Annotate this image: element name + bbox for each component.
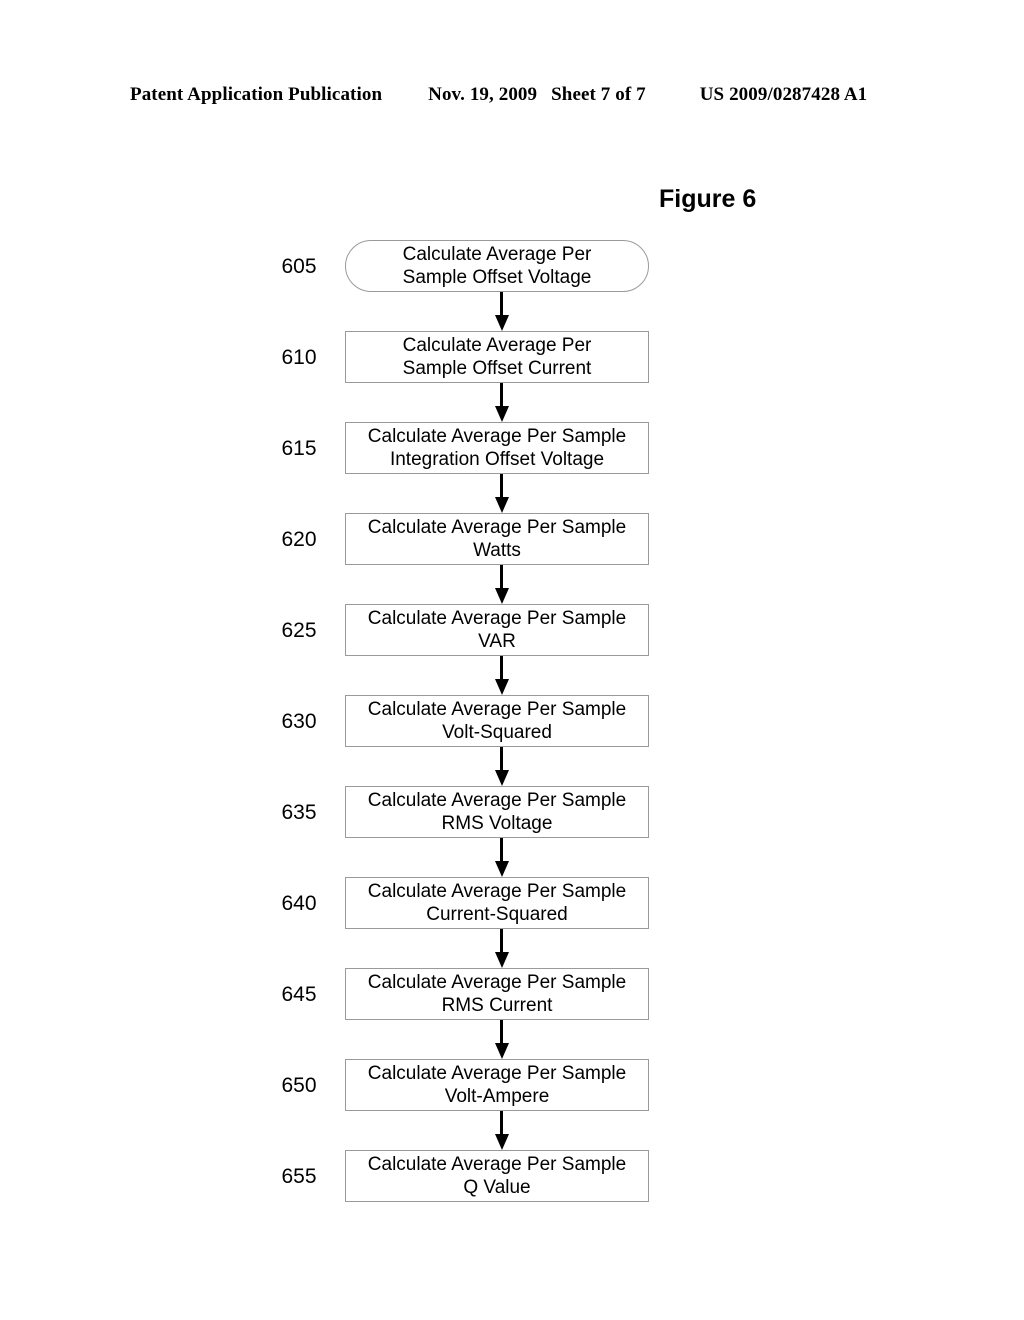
flowchart-step: 650 Calculate Average Per Sample Volt-Ampe… <box>0 1059 1024 1150</box>
patent-header: Patent Application Publication Nov. 19, … <box>130 84 894 106</box>
flowchart-process-box[interactable]: Calculate Average Per Sample Watts <box>345 513 649 565</box>
flow-arrow-down-icon <box>495 929 509 968</box>
arrow-head <box>495 315 509 331</box>
step-text-line-1: Calculate Average Per Sample <box>367 790 627 811</box>
step-text-line-1: Calculate Average Per Sample <box>367 1063 627 1084</box>
arrow-head <box>495 679 509 695</box>
flowchart-step: 615 Calculate Average Per Sample Integrati… <box>0 422 1024 513</box>
flowchart-step: 635 Calculate Average Per Sample RMS Volta… <box>0 786 1024 877</box>
flowchart: 605 Calculate Average Per Sample Offset Vo… <box>0 240 1024 1202</box>
arrow-shaft <box>500 747 503 772</box>
flowchart-step: 630 Calculate Average Per Sample Volt-Squa… <box>0 695 1024 786</box>
flow-arrow-down-icon <box>495 1020 509 1059</box>
arrow-head <box>495 497 509 513</box>
step-text-line-2: Sample Offset Current <box>402 358 592 379</box>
arrow-head <box>495 1134 509 1150</box>
figure-title: Figure 6 <box>659 185 757 213</box>
step-reference-number: 605 <box>281 254 317 278</box>
flow-arrow-down-icon <box>495 292 509 331</box>
flowchart-process-box[interactable]: Calculate Average Per Sample Offset Curre… <box>345 331 649 383</box>
flowchart-process-box[interactable]: Calculate Average Per Sample Current-Squa… <box>345 877 649 929</box>
step-reference-number: 650 <box>281 1073 317 1097</box>
flowchart-step: 620 Calculate Average Per Sample Watts <box>0 513 1024 604</box>
flowchart-process-box[interactable]: Calculate Average Per Sample VAR <box>345 604 649 656</box>
arrow-head <box>495 952 509 968</box>
arrow-shaft <box>500 565 503 590</box>
step-reference-number: 655 <box>281 1164 317 1188</box>
flow-arrow-down-icon <box>495 474 509 513</box>
step-text-line-1: Calculate Average Per <box>402 335 592 356</box>
step-text-line-2: Volt-Ampere <box>444 1086 550 1107</box>
flow-arrow-down-icon <box>495 656 509 695</box>
header-patent-number-label: US 2009/0287428 A1 <box>699 84 868 105</box>
flowchart-process-box[interactable]: Calculate Average Per Sample Volt-Ampere <box>345 1059 649 1111</box>
step-reference-number: 630 <box>281 709 317 733</box>
flowchart-process-box[interactable]: Calculate Average Per Sample RMS Voltage <box>345 786 649 838</box>
arrow-shaft <box>500 838 503 863</box>
patent-drawing-page: Patent Application Publication Nov. 19, … <box>0 0 1024 1320</box>
step-text-line-2: Sample Offset Voltage <box>402 267 592 288</box>
flowchart-step: 640 Calculate Average Per Sample Current-S… <box>0 877 1024 968</box>
step-text-line-2: Current-Squared <box>426 904 568 925</box>
arrow-head <box>495 406 509 422</box>
arrow-shaft <box>500 292 503 317</box>
step-reference-number: 640 <box>281 891 317 915</box>
flow-arrow-down-icon <box>495 747 509 786</box>
step-text-line-2: Watts <box>473 540 521 561</box>
flowchart-step: 605 Calculate Average Per Sample Offset Vo… <box>0 240 1024 331</box>
flowchart-step: 655 Calculate Average Per Sample Q Value <box>0 1150 1024 1202</box>
step-text-line-1: Calculate Average Per <box>402 244 592 265</box>
step-reference-number: 610 <box>281 345 317 369</box>
step-text-line-1: Calculate Average Per Sample <box>367 426 627 447</box>
flowchart-step: 625 Calculate Average Per Sample VAR <box>0 604 1024 695</box>
arrow-shaft <box>500 474 503 499</box>
step-reference-number: 635 <box>281 800 317 824</box>
arrow-head <box>495 1043 509 1059</box>
step-reference-number: 625 <box>281 618 317 642</box>
step-text-line-2: VAR <box>478 631 516 652</box>
arrow-head <box>495 770 509 786</box>
step-text-line-1: Calculate Average Per Sample <box>367 699 627 720</box>
step-reference-number: 620 <box>281 527 317 551</box>
step-text-line-2: RMS Current <box>441 995 553 1016</box>
step-text-line-1: Calculate Average Per Sample <box>367 881 627 902</box>
step-reference-number: 615 <box>281 436 317 460</box>
flowchart-process-box[interactable]: Calculate Average Per Sample Integration … <box>345 422 649 474</box>
step-text-line-1: Calculate Average Per Sample <box>367 972 627 993</box>
flowchart-process-box[interactable]: Calculate Average Per Sample Volt-Squared <box>345 695 649 747</box>
flow-arrow-down-icon <box>495 1111 509 1150</box>
flowchart-terminal-box[interactable]: Calculate Average Per Sample Offset Volta… <box>345 240 649 292</box>
flowchart-process-box[interactable]: Calculate Average Per Sample RMS Current <box>345 968 649 1020</box>
flowchart-step: 645 Calculate Average Per Sample RMS Curre… <box>0 968 1024 1059</box>
flow-arrow-down-icon <box>495 383 509 422</box>
flowchart-step: 610 Calculate Average Per Sample Offset Cu… <box>0 331 1024 422</box>
flow-arrow-down-icon <box>495 838 509 877</box>
flowchart-process-box[interactable]: Calculate Average Per Sample Q Value <box>345 1150 649 1202</box>
step-text-line-1: Calculate Average Per Sample <box>367 1154 627 1175</box>
arrow-head <box>495 861 509 877</box>
step-text-line-2: Integration Offset Voltage <box>389 449 605 470</box>
step-reference-number: 645 <box>281 982 317 1006</box>
flow-arrow-down-icon <box>495 565 509 604</box>
header-date-label: Nov. 19, 2009 <box>428 84 538 105</box>
step-text-line-2: Volt-Squared <box>442 722 552 743</box>
step-text-line-2: RMS Voltage <box>441 813 553 834</box>
arrow-head <box>495 588 509 604</box>
header-publication-label: Patent Application Publication <box>130 84 383 105</box>
arrow-shaft <box>500 1111 503 1136</box>
step-text-line-1: Calculate Average Per Sample <box>367 608 627 629</box>
arrow-shaft <box>500 383 503 408</box>
step-text-line-1: Calculate Average Per Sample <box>367 517 627 538</box>
arrow-shaft <box>500 656 503 681</box>
arrow-shaft <box>500 1020 503 1045</box>
arrow-shaft <box>500 929 503 954</box>
step-text-line-2: Q Value <box>463 1177 531 1198</box>
header-sheet-label: Sheet 7 of 7 <box>551 84 646 105</box>
